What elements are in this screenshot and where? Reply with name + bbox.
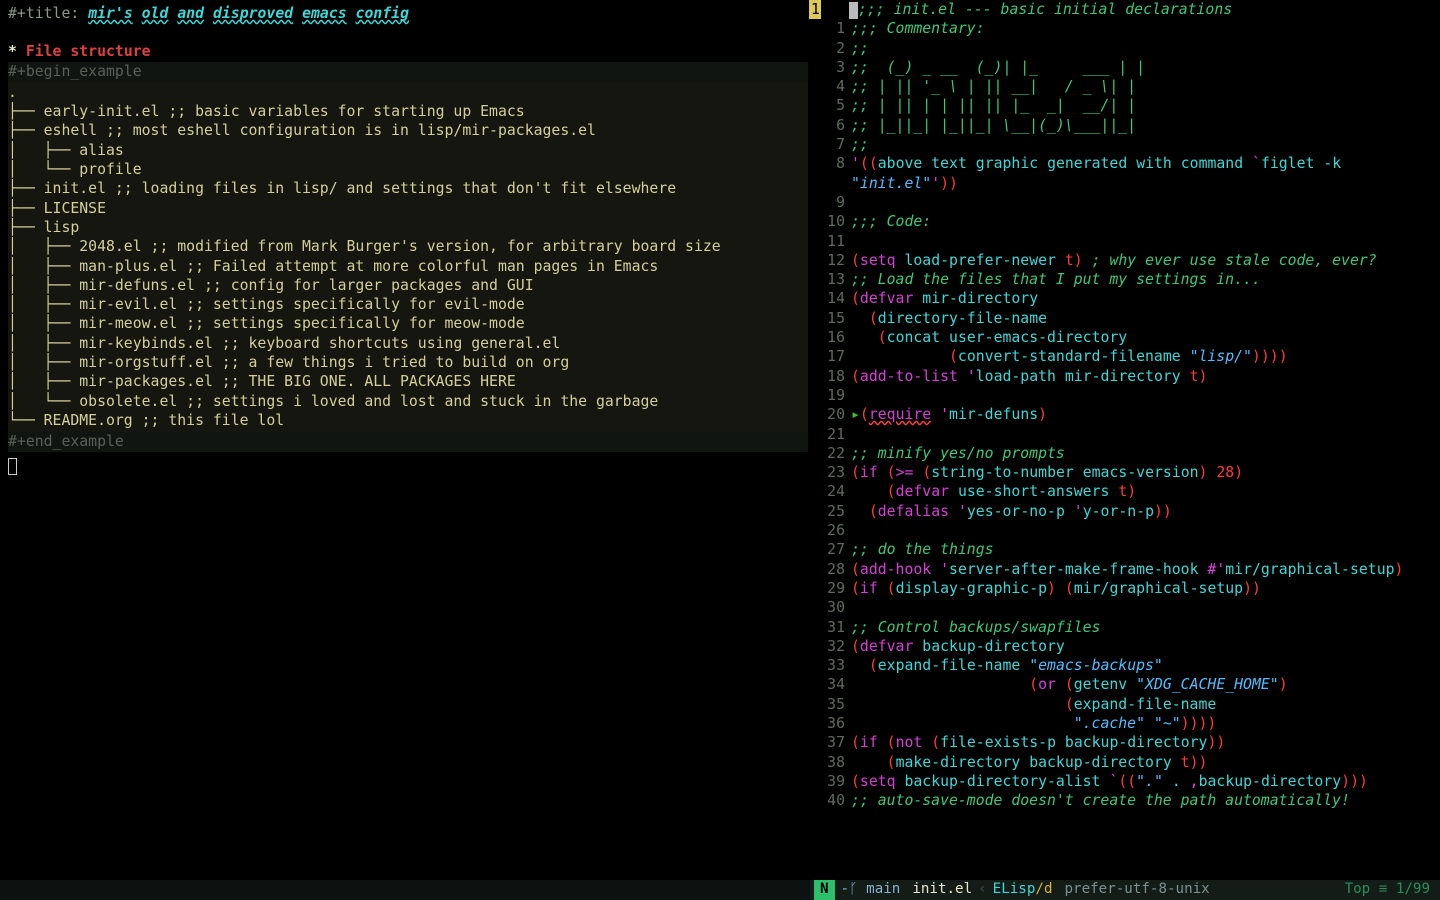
file-tree-block: . ├── early-init.el ;; basic variables f… — [8, 81, 808, 432]
buffer-name: init.el — [906, 880, 978, 899]
point-cursor — [849, 2, 858, 19]
left-buffer-readme[interactable]: #+title: mir's old and disproved emacs c… — [0, 0, 810, 900]
right-buffer-init-el[interactable]: 1;;; init.el --- basic initial declarati… — [810, 0, 1440, 900]
vcs-branch: -ᚴ main — [835, 880, 907, 899]
org-begin-example: #+begin_example — [8, 62, 808, 81]
evil-state-indicator: N — [814, 880, 835, 899]
org-title-line: #+title: mir's old and disproved emacs c… — [8, 4, 808, 23]
left-cursor — [8, 458, 17, 475]
current-line-indicator: 1 — [809, 0, 821, 19]
org-end-example: #+end_example — [8, 432, 808, 451]
file-encoding: prefer-utf-8-unix — [1058, 880, 1215, 899]
buffer-position: Top ≡ 1/99 — [1339, 880, 1436, 899]
org-heading-file-structure: * File structure — [8, 42, 808, 61]
modeline-bar: N -ᚴ main init.el ‹ ELisp/d prefer-utf-8… — [0, 880, 1440, 900]
modeline-right-active: N -ᚴ main init.el ‹ ELisp/d prefer-utf-8… — [810, 880, 1440, 900]
major-mode: ELisp — [993, 881, 1036, 897]
modeline-left-inactive — [0, 880, 810, 900]
code-area[interactable]: 1;;; init.el --- basic initial declarati… — [811, 0, 1440, 810]
